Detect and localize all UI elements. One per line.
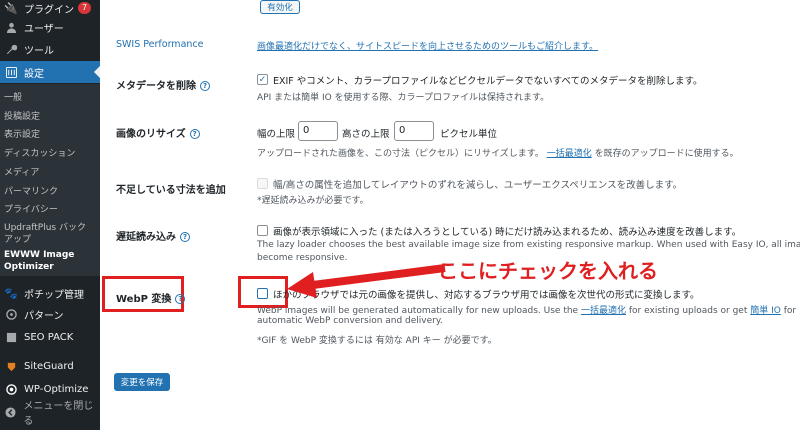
resize-desc-suffix: を既存のアップロードに使用する。 [594,149,739,159]
menu-item-pochipp[interactable]: 🐾 ポチップ管理 [0,284,100,302]
menu-item-users[interactable]: ユーザー [0,18,100,36]
dimensions-desc: *遅延読み込みが必要です。 [257,196,369,206]
menu-item-seopack[interactable]: SEO PACK [0,328,100,346]
save-changes-button[interactable]: 変更を保存 [114,373,170,391]
resize-desc-prefix: アップロードされた画像を、この寸法（ピクセル）にリサイズします。 [257,149,544,159]
bulk-optimize-link[interactable]: 一括最適化 [547,149,592,159]
seo-pack-icon [4,330,18,344]
resize-height-input[interactable]: 0 [394,121,434,141]
submenu-ewww-line2: Optimizer [4,262,54,272]
submenu-privacy[interactable]: プライバシー [4,202,58,215]
menu-item-plugins[interactable]: 🔌 プラグイン 7 [0,0,100,16]
submenu-general[interactable]: 一般 [4,90,22,103]
settings-sliders-icon [4,65,18,79]
settings-submenu: 一般 投稿設定 表示設定 ディスカッション メディア パーマリンク プライバシー… [0,84,100,276]
swis-link[interactable]: 画像最適化だけでなく、サイトスピードを向上させるためのツールもご紹介します。 [257,39,598,52]
menu-seopack-label: SEO PACK [24,331,74,343]
siteguard-icon [4,359,18,373]
metadata-label: メタデータを削除 [116,81,196,92]
resize-unit-label: ピクセル単位 [440,129,498,140]
menu-pochipp-label: ポチップ管理 [24,289,84,301]
user-icon [4,20,18,34]
annotation-arrow [287,264,446,298]
lazy-checkbox[interactable] [257,225,268,236]
lazy-label: 遅延読み込み [116,232,176,243]
plug-icon: 🔌 [4,1,18,15]
wp-optimize-icon [4,382,18,396]
lazy-desc-line1: The lazy loader chooses the best availab… [257,240,800,250]
webp-desc-prefix: WebP images will be generated automatica… [257,306,579,316]
help-icon[interactable]: ? [175,294,186,304]
resize-desc: アップロードされた画像を、この寸法（ピクセル）にリサイズします。 一括最適化 を… [257,146,739,159]
lazy-row-label: 遅延読み込み? [116,228,190,243]
lazy-option: 画像が表示領域に入った (または入ろうとしている) 時にだけ読み込まれるため、読… [273,227,742,238]
submenu-media[interactable]: メディア [4,165,39,178]
admin-sidebar: 🔌 プラグイン 7 ユーザー ツール 設定 一般 投稿設定 表示設定 ディスカッ… [0,0,100,430]
menu-item-tools[interactable]: ツール [0,40,100,58]
collapse-arrow-icon [4,405,17,419]
dimensions-label: 不足している寸法を追加 [116,185,226,196]
menu-siteguard-label: SiteGuard [24,360,74,372]
webp-desc-suffix: for [783,306,797,316]
menu-collapse[interactable]: メニューを閉じる [0,401,100,427]
resize-width-label: 幅の上限 [257,129,296,140]
dimensions-checkbox[interactable] [257,178,268,189]
webp-label: WebP 変換 [116,294,172,305]
resize-row-label: 画像のリサイズ? [116,125,200,140]
menu-settings-label: 設定 [24,68,44,80]
menu-item-wpoptimize[interactable]: WP-Optimize [0,380,100,398]
menu-plugins-label: プラグイン [24,4,74,16]
easy-io-link[interactable]: 簡単 IO [750,306,781,316]
menu-item-siteguard[interactable]: SiteGuard [0,357,100,375]
paw-icon: 🐾 [4,286,18,300]
submenu-writing[interactable]: 投稿設定 [4,109,40,122]
dimensions-option: 幅/高さの属性を追加してレイアウトのずれを減らし、ユーザーエクスペリエンスを改善… [273,180,683,191]
help-icon[interactable]: ? [200,81,210,91]
webp-desc-line2: automatic WebP conversion and delivery. [257,316,443,326]
menu-item-patterns[interactable]: パターン [0,305,100,323]
enable-button[interactable]: 有効化 [260,0,300,14]
menu-users-label: ユーザー [24,23,64,35]
submenu-permalinks[interactable]: パーマリンク [4,184,58,197]
metadata-row-label: メタデータを削除? [116,77,210,92]
wrench-icon [4,42,18,56]
settings-panel: 有効化 SWIS Performance 画像最適化だけでなく、サイトスピードを… [100,0,800,430]
webp-desc-mid: for existing uploads or get [628,306,748,316]
menu-tools-label: ツール [24,45,54,57]
help-icon[interactable]: ? [189,129,200,139]
webp-row-label: WebP 変換? [116,290,186,305]
submenu-updraftplus-line2: アップ [4,235,32,245]
help-icon[interactable]: ? [180,232,190,242]
resize-label: 画像のリサイズ [116,129,186,140]
webp-checkbox[interactable] [257,288,268,299]
swis-label: SWIS Performance [116,39,204,50]
resize-width-input[interactable]: 0 [298,121,338,141]
submenu-discussion[interactable]: ディスカッション [4,146,75,159]
menu-item-settings[interactable]: 設定 [0,61,100,83]
metadata-desc: API または簡単 IO を使用する際、カラープロファイルは保持されます。 [257,93,550,103]
menu-wpoptimize-label: WP-Optimize [24,383,89,395]
webp-bulk-optimize-link[interactable]: 一括最適化 [581,306,626,316]
metadata-checkbox[interactable]: ✓ [257,74,268,85]
menu-collapse-label: メニューを閉じる [23,401,94,427]
submenu-ewww[interactable]: EWWW Image [4,250,74,260]
annotation-text: ここにチェックを入れる [438,259,658,283]
patterns-icon [4,307,18,321]
submenu-reading[interactable]: 表示設定 [4,127,40,140]
metadata-option: EXIF やコメント、カラープロファイルなどピクセルデータでないすべてのメタデー… [273,76,703,87]
resize-height-label: 高さの上限 [342,129,390,140]
webp-note: *GIF を WebP 変換するには 有効な API キー が必要です。 [257,336,497,346]
menu-patterns-label: パターン [24,310,64,322]
webp-desc-line1: WebP images will be generated automatica… [257,303,796,316]
plugins-update-badge: 7 [78,2,92,14]
